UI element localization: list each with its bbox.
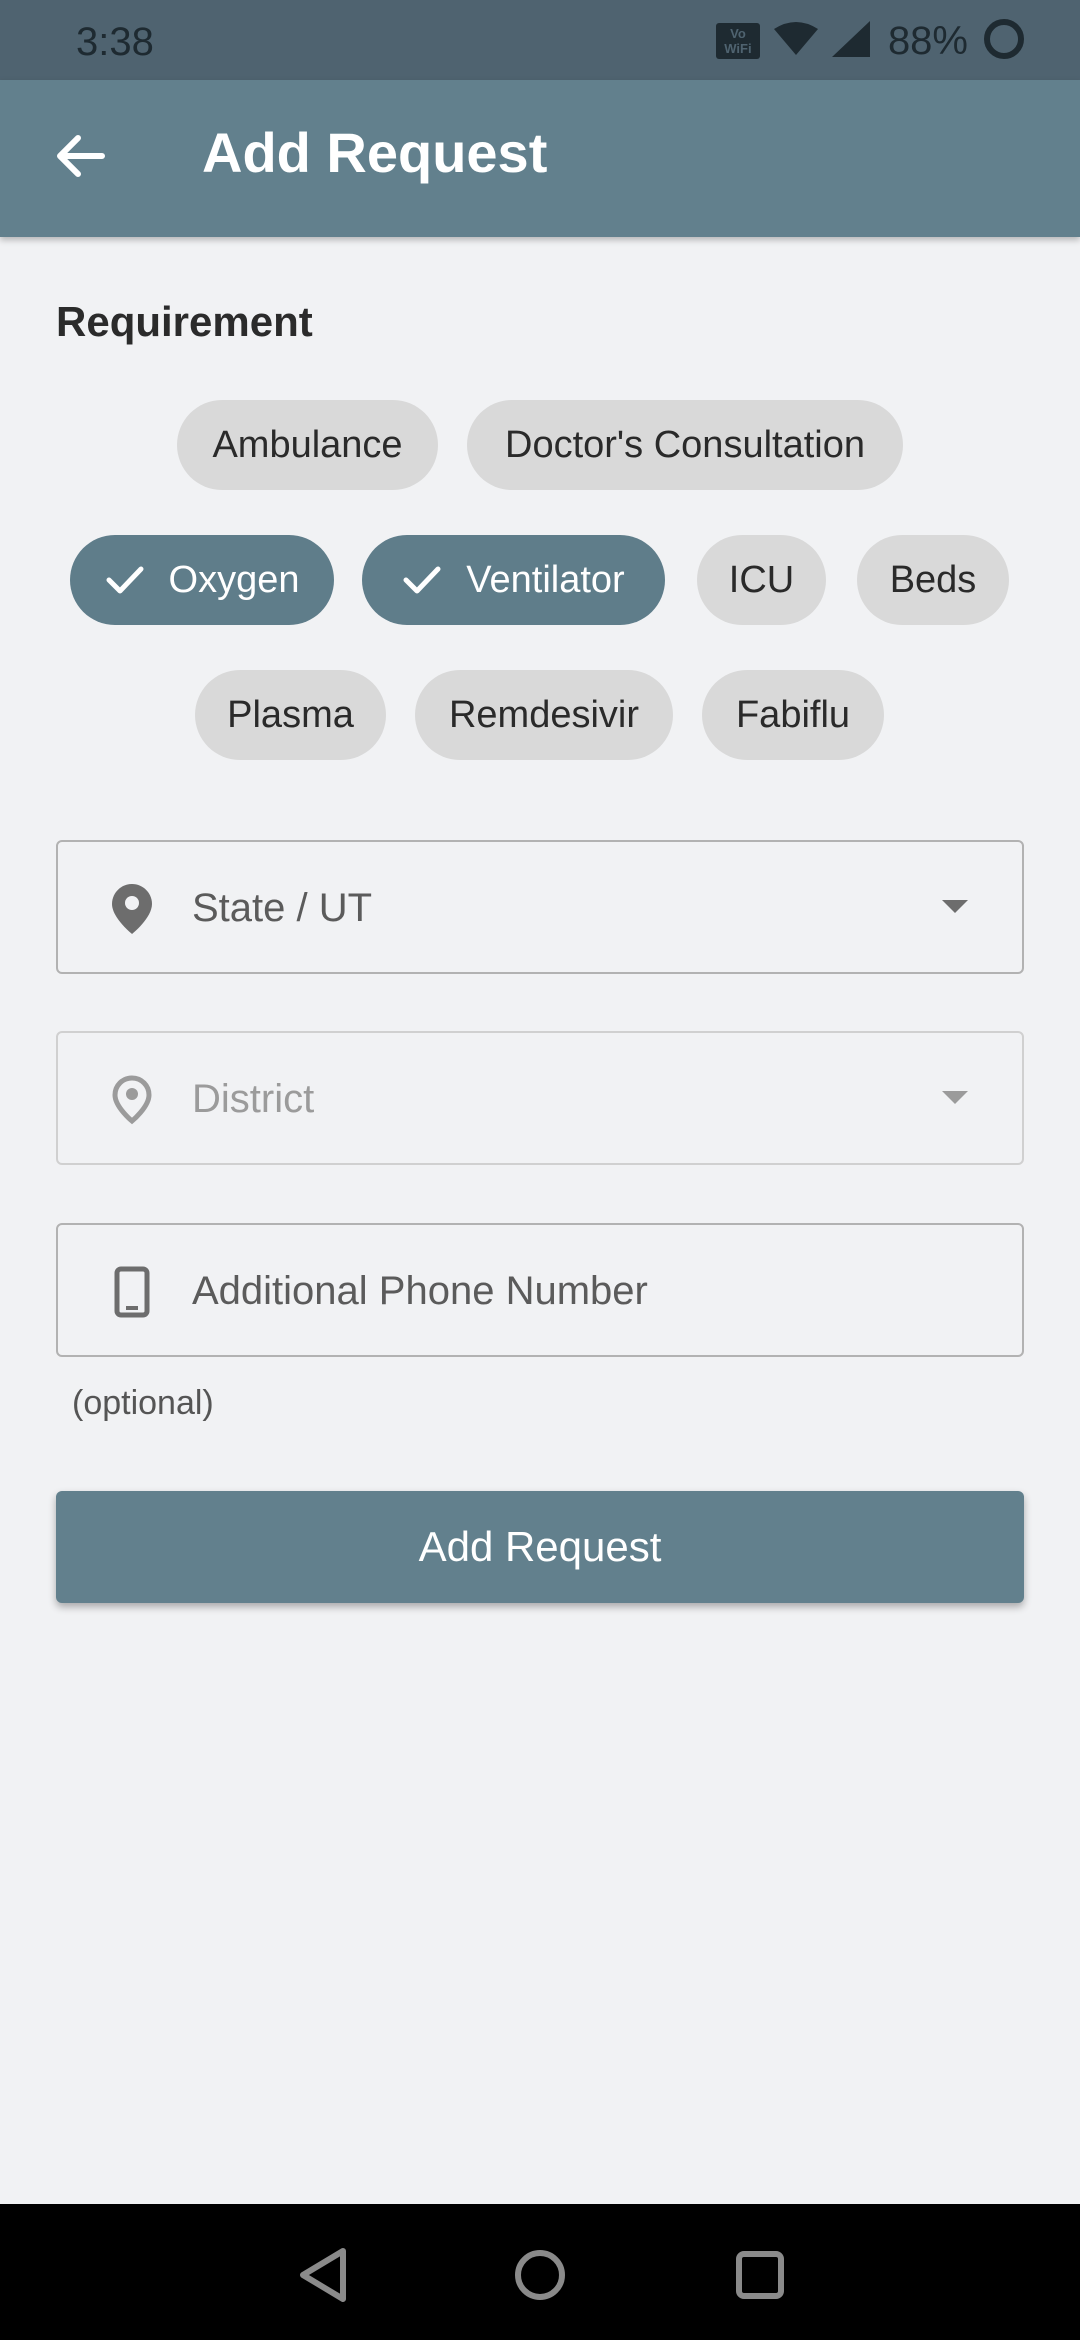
chip-plasma[interactable]: Plasma (195, 670, 386, 760)
chip-doctors-consultation[interactable]: Doctor's Consultation (467, 400, 903, 490)
chip-label: Ambulance (212, 423, 403, 466)
phone-helper-text: (optional) (72, 1384, 214, 1422)
phone-placeholder: Additional Phone Number (192, 1269, 648, 1313)
chip-beds[interactable]: Beds (857, 535, 1009, 625)
dropdown-arrow-icon (942, 1091, 968, 1110)
nav-back-button[interactable] (288, 2240, 358, 2310)
status-bar: 3:38 Vo WiFi 88% (0, 0, 1080, 80)
signal-icon (831, 20, 870, 62)
triangle-back-icon (300, 2248, 346, 2302)
check-icon (402, 564, 442, 596)
location-pin-outline-icon (102, 1070, 162, 1130)
vowifi-line1: Vo (730, 26, 746, 41)
page-title: Add Request (202, 121, 548, 184)
system-nav-bar (0, 2204, 1080, 2340)
battery-percent: 88% (887, 18, 968, 63)
district-value: District (192, 1077, 315, 1121)
vowifi-line2: WiFi (724, 41, 752, 56)
chip-label: Plasma (227, 693, 354, 736)
state-dropdown[interactable]: State / UT (56, 840, 1024, 974)
location-pin-icon (102, 879, 162, 939)
back-button[interactable] (40, 116, 120, 196)
chip-label: Ventilator (466, 558, 625, 601)
chip-remdesivir[interactable]: Remdesivir (415, 670, 673, 760)
state-value: State / UT (192, 886, 373, 930)
chip-fabiflu[interactable]: Fabiflu (702, 670, 884, 760)
nav-home-button[interactable] (505, 2240, 575, 2310)
chip-label: Beds (889, 558, 977, 601)
district-dropdown[interactable]: District (56, 1031, 1024, 1165)
check-icon (105, 564, 145, 596)
status-icons: Vo WiFi 88% (715, 17, 1026, 66)
additional-phone-field[interactable]: Additional Phone Number (56, 1223, 1024, 1357)
square-recents-icon (736, 2251, 784, 2299)
nav-recents-button[interactable] (725, 2240, 795, 2310)
wifi-icon (773, 21, 818, 62)
chip-ventilator[interactable]: Ventilator (362, 535, 665, 625)
circle-home-icon (515, 2250, 565, 2300)
arrow-back-icon (57, 135, 105, 177)
chip-label: ICU (728, 558, 795, 601)
chip-label: Doctor's Consultation (505, 423, 865, 466)
requirement-label: Requirement (56, 298, 313, 345)
vowifi-icon: Vo WiFi (715, 23, 760, 59)
chip-ambulance[interactable]: Ambulance (177, 400, 438, 490)
status-time: 3:38 (76, 20, 154, 64)
add-request-button[interactable]: Add Request (56, 1491, 1024, 1603)
dropdown-arrow-icon (942, 900, 968, 919)
chip-icu[interactable]: ICU (697, 535, 826, 625)
phone-icon (102, 1262, 162, 1322)
chip-label: Oxygen (168, 558, 300, 601)
chip-oxygen[interactable]: Oxygen (70, 535, 334, 625)
chip-label: Remdesivir (448, 693, 640, 736)
chip-label: Fabiflu (735, 693, 851, 736)
app-bar: Add Request (0, 80, 1080, 237)
battery-icon (982, 17, 1026, 66)
